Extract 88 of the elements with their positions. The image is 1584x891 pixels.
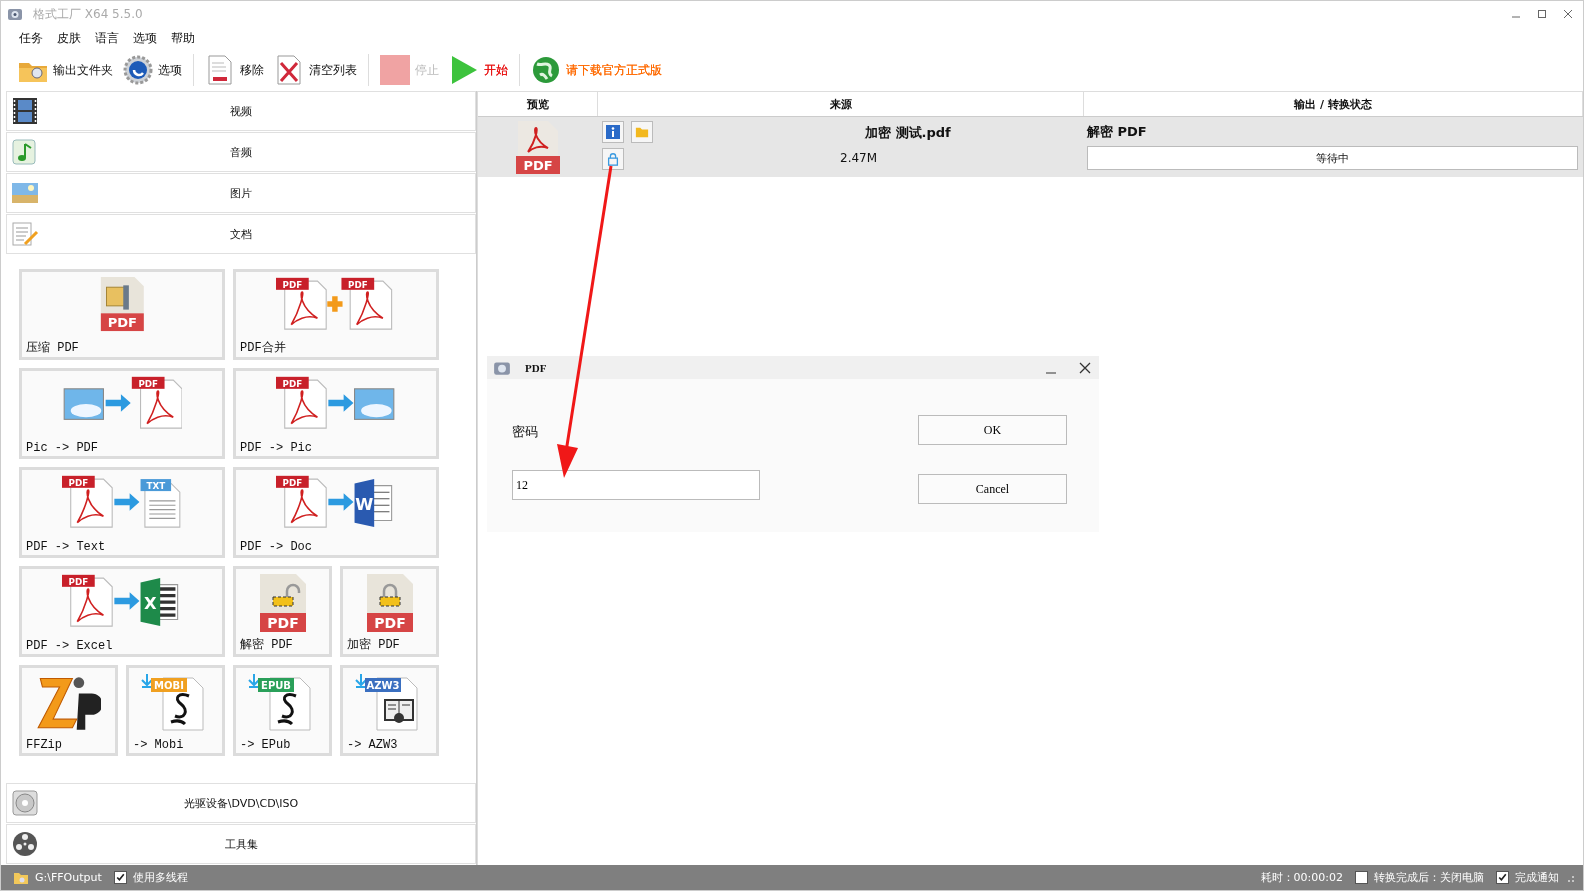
password-label: 密码 [512,423,539,441]
tool-tile[interactable]: PDF W PDF -> Doc [233,467,439,558]
file-name: 加密 测试.pdf [865,124,952,142]
checkbox-label: 使用多线程 [132,870,188,885]
checkbox-label: 转换完成后：关闭电脑 [1374,870,1484,885]
close-icon[interactable] [1079,361,1091,374]
menu-item[interactable]: 任务 [19,29,43,47]
category-button[interactable]: 工具集 [6,824,476,864]
maximize-icon[interactable] [1537,9,1547,19]
play-icon [449,55,479,85]
tool-tile[interactable]: EPUB -> EPub [233,665,332,756]
column-header[interactable]: 预览 [478,92,598,116]
category-button[interactable]: 文档 [6,214,476,254]
tile-label: PDF合并 [240,340,286,356]
tool-tile[interactable]: MOBI -> Mobi [126,665,225,756]
tool-tile[interactable]: AZW3 -> AZW3 [340,665,439,756]
tool-tile[interactable]: PDF Pic -> PDF [19,368,225,459]
menu-item[interactable]: 皮肤 [57,29,81,47]
window-title: 格式工厂 X64 5.5.0 [33,5,143,23]
document-cross-icon [274,55,304,85]
elapsed-time: 耗时：00:00:02 [1260,870,1343,885]
tool-tile[interactable]: PDF 解密 PDF [233,566,332,657]
toolbar-button[interactable]: 移除 [202,53,267,87]
unlocked-document-icon: PDF [257,573,308,633]
toolbar-button[interactable]: 输出文件夹 [15,53,116,87]
status-field: 等待中 [1087,146,1578,170]
info-icon [606,125,620,139]
tool-tile[interactable]: PDF X PDF -> Excel [19,566,225,657]
password-field[interactable]: 12 [512,470,760,500]
tool-tile[interactable]: PDF 压缩 PDF [19,269,225,360]
file-size: 2.47M [840,151,879,165]
stop-icon [380,55,410,85]
settings-icon [123,55,153,85]
tile-label: PDF -> Text [26,540,106,554]
app-icon [7,6,23,22]
film-reel-icon [11,830,39,858]
tile-label: -> AZW3 [347,738,398,752]
menu-item[interactable]: 选项 [133,29,157,47]
toolbar-button[interactable]: 开始 [446,53,511,87]
column-header[interactable]: 来源 [598,92,1084,116]
info-button[interactable] [602,121,624,143]
tile-label: PDF -> Doc [240,540,312,554]
output-format: 解密 PDF [1087,123,1148,141]
toolbar-button[interactable]: 选项 [120,53,185,87]
document-minus-icon [205,55,235,85]
tool-tile[interactable]: FFZip [19,665,118,756]
tool-tile[interactable]: PDF PDF PDF合并 [233,269,439,360]
tile-label: 压缩 PDF [26,340,79,356]
dialog-title: PDF [525,361,547,374]
tool-tile[interactable]: PDF TXT PDF -> Text [19,467,225,558]
checkbox[interactable] [1496,871,1509,884]
checkbox[interactable] [113,871,127,884]
dialog-button[interactable]: Cancel [918,474,1067,504]
tile-label: 加密 PDF [347,637,400,653]
category-button[interactable]: 图片 [6,173,476,213]
tile-label: -> EPub [240,738,291,752]
tile-label: PDF -> Excel [26,639,113,653]
menu-item[interactable]: 语言 [95,29,119,47]
pdf-file-icon: PDF [515,120,560,174]
tile-label: 解密 PDF [240,637,293,653]
lock-button[interactable] [602,148,624,170]
category-button[interactable]: 音频 [6,132,476,172]
tile-label: PDF -> Pic [240,441,312,455]
film-strip-icon [11,97,39,125]
disc-drive-icon [11,789,39,817]
checkbox[interactable] [1355,871,1368,884]
locked-document-icon: PDF [364,573,415,633]
toolbar-button[interactable]: 清空列表 [271,53,360,87]
column-header[interactable]: 输出 / 转换状态 [1084,92,1583,116]
archive-document-icon: PDF [98,276,146,332]
document-pencil-icon [11,220,39,248]
folder-icon [13,870,29,885]
tile-label: Pic -> PDF [26,441,98,455]
category-button[interactable]: 光驱设备\DVD\CD\ISO [6,783,476,823]
menu-item[interactable]: 帮助 [171,29,195,47]
tile-label: -> Mobi [133,738,184,752]
dialog-button[interactable]: OK [918,415,1067,445]
music-note-icon [11,138,39,166]
tile-label: FFZip [26,738,62,752]
globe-icon [531,55,561,85]
folder-icon [635,125,649,139]
category-button[interactable]: 视频 [6,91,476,131]
checkbox-label: 完成通知 [1515,870,1559,885]
padlock-icon [606,152,620,166]
close-icon[interactable] [1563,9,1573,19]
output-path: G:\FFOutput [35,871,102,884]
tool-tile[interactable]: PDF PDF -> Pic [233,368,439,459]
tool-tile[interactable]: PDF 加密 PDF [340,566,439,657]
